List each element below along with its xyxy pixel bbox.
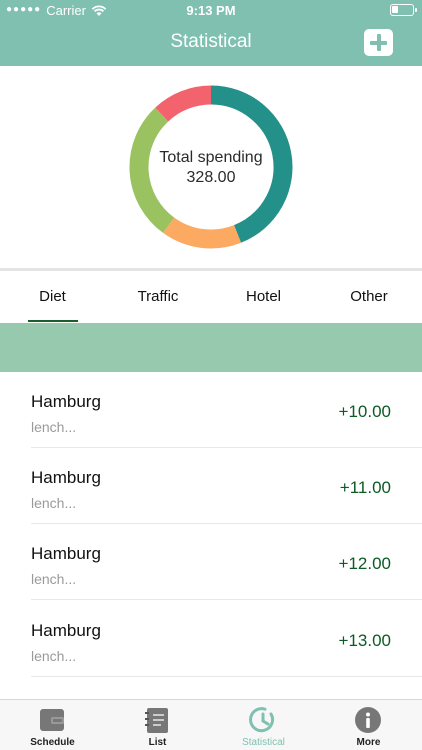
item-subtitle: lench... (31, 571, 77, 587)
item-subtitle: lench... (31, 495, 77, 511)
tab-other[interactable]: Other (316, 271, 422, 323)
bottom-tab-bar: Schedule List Statistical More (0, 699, 422, 750)
item-title: Hamburg (31, 468, 101, 487)
add-button[interactable] (364, 29, 393, 56)
donut-center: Total spending 328.00 (128, 148, 294, 188)
tabbar-label: Schedule (30, 737, 75, 748)
row-separator (31, 676, 422, 677)
item-amount: +12.00 (338, 554, 391, 573)
tabbar-label: More (356, 737, 381, 748)
item-subtitle: lench... (31, 648, 77, 664)
notebook-icon (145, 708, 168, 733)
list-item[interactable]: Hamburg lench... +12.00 (0, 524, 422, 600)
item-title: Hamburg (31, 621, 101, 640)
donut-slice-1 (163, 217, 241, 249)
total-spending-label: Total spending (159, 149, 263, 166)
item-amount: +13.00 (338, 631, 391, 650)
status-bar: ●●●●● Carrier 9:13 PM (0, 0, 422, 22)
page-title: Statistical (170, 31, 252, 52)
tabbar-label: Statistical (242, 737, 285, 748)
info-icon (355, 707, 381, 733)
item-amount: +10.00 (338, 402, 391, 421)
item-subtitle: lench... (31, 419, 77, 435)
tabbar-item-statistical[interactable]: Statistical (211, 700, 316, 750)
list-item[interactable]: Hamburg lench... +10.00 (0, 372, 422, 448)
status-time: 9:13 PM (186, 3, 236, 18)
tabbar-item-more[interactable]: More (316, 700, 421, 750)
tab-traffic[interactable]: Traffic (105, 271, 211, 323)
tab-hotel[interactable]: Hotel (211, 271, 316, 323)
nav-header: ●●●●● Carrier 9:13 PM Statistical (0, 0, 422, 66)
category-tabs: Diet Traffic Hotel Other (0, 271, 422, 323)
total-spending-value: 328.00 (186, 169, 236, 186)
donut-slice-3 (155, 85, 212, 122)
item-amount: +11.00 (339, 478, 391, 497)
section-band (0, 323, 422, 372)
battery-icon (390, 4, 417, 16)
tabbar-item-list[interactable]: List (105, 700, 210, 750)
active-tab-indicator (28, 320, 78, 322)
tabbar-item-schedule[interactable]: Schedule (0, 700, 105, 750)
wallet-icon (40, 709, 64, 731)
item-title: Hamburg (31, 544, 101, 563)
tab-diet[interactable]: Diet (0, 271, 105, 323)
list-item[interactable]: Hamburg lench... +13.00 (0, 601, 422, 677)
clock-icon (249, 707, 275, 733)
row-separator (31, 599, 422, 600)
tabbar-label: List (148, 737, 167, 748)
list-item[interactable]: Hamburg lench... +11.00 (0, 448, 422, 524)
item-title: Hamburg (31, 392, 101, 411)
